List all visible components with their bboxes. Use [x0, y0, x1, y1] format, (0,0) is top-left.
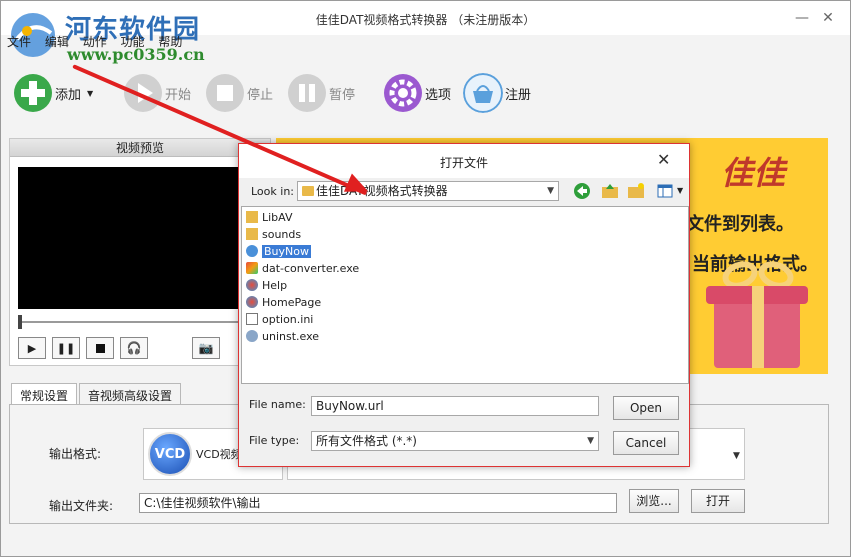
tab-advanced[interactable]: 音视频高级设置	[79, 383, 182, 405]
folder-icon	[246, 211, 258, 223]
chevron-down-icon: ▼	[587, 436, 594, 446]
pause-icon	[288, 74, 326, 112]
headphones-icon: 🎧	[126, 341, 142, 355]
file-name-input[interactable]: BuyNow.url	[311, 396, 599, 416]
menu-action[interactable]: 动作	[83, 35, 107, 49]
banner-line1: 文件到列表。	[686, 214, 794, 235]
banner-title: 佳佳	[721, 154, 786, 192]
url-file-icon	[246, 296, 258, 308]
basket-icon	[463, 73, 503, 113]
settings-file-icon	[246, 313, 258, 325]
minimize-button[interactable]: —	[791, 7, 813, 29]
list-item[interactable]: LibAV	[246, 209, 293, 225]
menu-bar: 文件 编辑 动作 功能 帮助	[7, 33, 192, 51]
seek-track[interactable]	[20, 321, 264, 323]
start-label: 开始	[165, 87, 192, 103]
url-file-icon	[246, 245, 258, 257]
stop-video-button[interactable]	[86, 337, 114, 359]
add-label: 添加	[55, 87, 82, 103]
gift-ribbon-icon	[752, 286, 764, 368]
settings-tabs: 常规设置 音视频高级设置	[11, 383, 183, 405]
add-icon	[14, 74, 52, 112]
list-item[interactable]: dat-converter.exe	[246, 260, 359, 276]
menu-edit[interactable]: 编辑	[45, 35, 69, 49]
play-icon: ▶	[27, 341, 37, 355]
view-menu-icon[interactable]	[657, 182, 675, 200]
play-button[interactable]: ▶	[18, 337, 46, 359]
look-in-label: Look in:	[251, 185, 294, 198]
pause-video-button[interactable]: ❚❚	[52, 337, 80, 359]
folder-icon	[246, 228, 258, 240]
video-preview-panel: 视频预览 ▶ ❚❚ 🎧 📷	[9, 138, 271, 366]
url-file-icon	[246, 279, 258, 291]
chevron-down-icon: ▼	[547, 186, 554, 196]
close-button[interactable]: ✕	[817, 7, 839, 29]
list-item[interactable]: HomePage	[246, 294, 321, 310]
dialog-close-button[interactable]: ✕	[657, 150, 670, 169]
register-button[interactable]: 注册	[463, 69, 531, 117]
menu-help[interactable]: 帮助	[158, 35, 182, 49]
vcd-icon: VCD	[148, 432, 192, 476]
browse-button[interactable]: 浏览...	[629, 489, 679, 513]
pause-button[interactable]: 暂停	[287, 69, 355, 117]
output-folder-field[interactable]: C:\佳佳视频软件\输出	[139, 493, 617, 513]
file-list: LibAV sounds BuyNow dat-converter.exe He…	[241, 206, 689, 384]
app-exe-icon	[246, 262, 258, 274]
open-button[interactable]: Open	[613, 396, 679, 420]
list-item[interactable]: Help	[246, 277, 287, 293]
tab-general[interactable]: 常规设置	[11, 383, 78, 405]
seek-handle[interactable]	[18, 315, 22, 329]
audio-button[interactable]: 🎧	[120, 337, 148, 359]
output-format-label: 输出格式:	[49, 447, 102, 461]
options-button[interactable]: 选项	[383, 69, 451, 117]
output-folder-label: 输出文件夹:	[49, 499, 114, 513]
stop-label: 停止	[247, 87, 274, 103]
add-button[interactable]: 添加 ▼	[13, 69, 93, 117]
folder-icon	[302, 186, 314, 196]
up-folder-icon[interactable]	[601, 182, 619, 200]
gear-icon	[384, 74, 422, 112]
dialog-title-bar: 打开文件 ✕	[239, 144, 689, 178]
back-icon[interactable]	[573, 182, 591, 200]
list-item[interactable]: uninst.exe	[246, 328, 319, 344]
camera-icon: 📷	[198, 341, 214, 355]
list-item[interactable]: option.ini	[246, 311, 313, 327]
cancel-button[interactable]: Cancel	[613, 431, 679, 455]
open-folder-button[interactable]: 打开	[691, 489, 745, 513]
video-screen	[18, 167, 264, 309]
look-in-value: 佳佳DAT视频格式转换器	[316, 184, 448, 198]
file-type-label: File type:	[249, 434, 300, 447]
new-folder-icon[interactable]	[627, 182, 645, 200]
add-dropdown-icon[interactable]: ▼	[87, 89, 93, 98]
stop-icon	[95, 343, 105, 353]
stop-icon	[206, 74, 244, 112]
chevron-down-icon[interactable]: ▼	[733, 451, 740, 461]
menu-function[interactable]: 功能	[121, 35, 145, 49]
pause-label: 暂停	[329, 87, 356, 103]
register-label: 注册	[505, 87, 532, 103]
pause-icon: ❚❚	[56, 341, 76, 355]
list-item[interactable]: BuyNow	[246, 243, 311, 259]
play-icon	[124, 74, 162, 112]
file-type-select[interactable]: 所有文件格式 (*.*) ▼	[311, 431, 599, 451]
uninstall-icon	[246, 330, 258, 342]
file-type-value: 所有文件格式 (*.*)	[316, 434, 417, 448]
stop-button[interactable]: 停止	[205, 69, 273, 117]
snapshot-button[interactable]: 📷	[192, 337, 220, 359]
list-item[interactable]: sounds	[246, 226, 301, 242]
chevron-down-icon[interactable]: ▼	[677, 186, 683, 195]
menu-file[interactable]: 文件	[7, 35, 31, 49]
options-label: 选项	[425, 87, 452, 103]
preview-header: 视频预览	[10, 139, 270, 157]
output-format-value: VCD视频	[196, 448, 242, 461]
app-window: 佳佳DAT视频格式转换器 （未注册版本） — ✕ 河东软件园 www.pc035…	[0, 0, 851, 557]
file-name-label: File name:	[249, 398, 306, 411]
open-file-dialog: 打开文件 ✕ Look in: 佳佳DAT视频格式转换器 ▼ ▼ LibAV s…	[238, 143, 690, 467]
look-in-select[interactable]: 佳佳DAT视频格式转换器 ▼	[297, 181, 559, 201]
